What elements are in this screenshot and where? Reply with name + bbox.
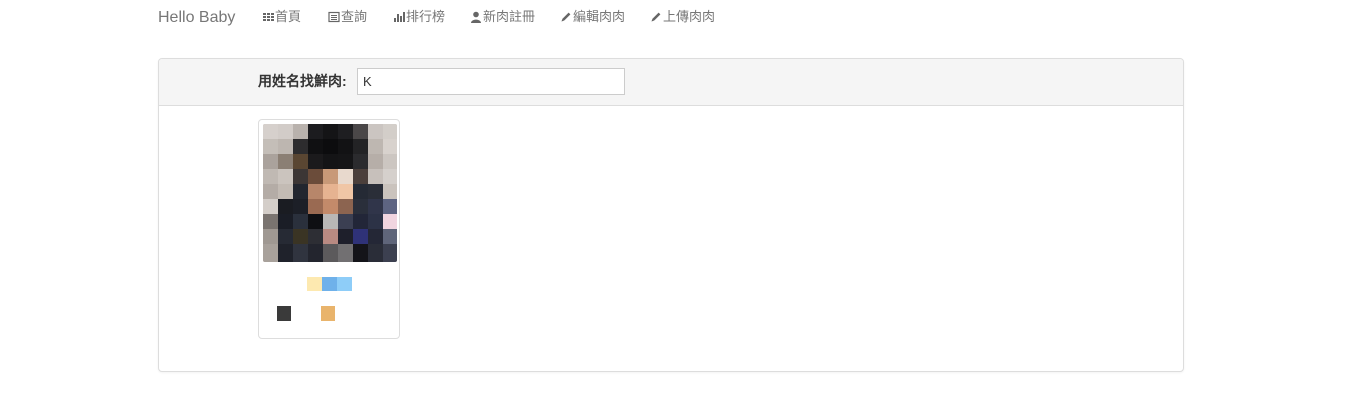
- pixelated-caption: [307, 277, 352, 291]
- panel-heading: 用姓名找鮮肉:: [159, 59, 1183, 106]
- nav-upload-label: 上傳肉肉: [663, 9, 716, 24]
- nav-home-label: 首頁: [275, 9, 302, 24]
- meta-swatch: [321, 306, 335, 321]
- pixelated-meta: [271, 306, 391, 322]
- caption-swatch: [322, 277, 337, 291]
- search-panel: 用姓名找鮮肉:: [158, 58, 1184, 372]
- user-icon: [470, 11, 482, 23]
- pixelated-photo-image: [263, 124, 397, 262]
- nav-ranking[interactable]: 排行榜: [393, 9, 445, 25]
- nav-edit[interactable]: 編輯肉肉: [560, 9, 625, 25]
- profile-photo[interactable]: [263, 124, 397, 262]
- caption-swatch: [337, 277, 352, 291]
- nav-edit-label: 編輯肉肉: [573, 9, 626, 24]
- nav-search-label: 查詢: [341, 9, 368, 24]
- bar-chart-icon: [393, 11, 405, 23]
- nav-ranking-label: 排行榜: [406, 9, 446, 24]
- result-card[interactable]: [258, 119, 400, 339]
- nav-search[interactable]: 查詢: [328, 9, 367, 25]
- name-search-input[interactable]: [357, 68, 625, 95]
- nav-register-label: 新肉註冊: [483, 9, 536, 24]
- th-grid-icon: [262, 11, 274, 23]
- nav-home[interactable]: 首頁: [262, 9, 301, 25]
- pencil-icon: [560, 11, 572, 23]
- top-navbar: Hello Baby 首頁 查詢 排行榜 新肉註冊 編輯肉肉 上傳肉肉: [0, 0, 1345, 36]
- pencil-icon: [650, 11, 662, 23]
- nav-upload[interactable]: 上傳肉肉: [650, 9, 715, 25]
- brand-link[interactable]: Hello Baby: [158, 9, 235, 27]
- meta-swatch: [277, 306, 291, 321]
- list-alt-icon: [328, 11, 340, 23]
- caption-swatch: [307, 277, 322, 291]
- nav-register[interactable]: 新肉註冊: [470, 9, 535, 25]
- search-label: 用姓名找鮮肉:: [258, 73, 347, 89]
